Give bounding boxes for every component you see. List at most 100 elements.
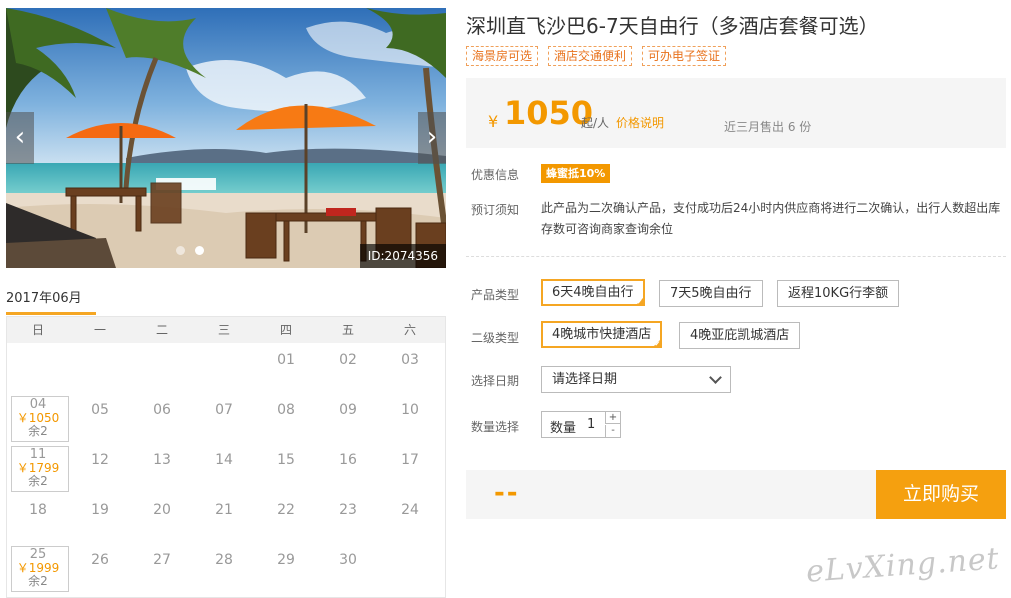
weekday-label: 六	[403, 323, 416, 337]
weekday-label: 日	[31, 323, 44, 337]
calendar-week-row: 04 ￥1050 余2 05 06 07 08 09 10	[7, 393, 445, 443]
calendar-day: 23	[339, 502, 357, 518]
sub-type-option[interactable]: 4晚亚庇凯城酒店	[679, 322, 801, 349]
quantity-label: 数量选择	[471, 420, 520, 434]
calendar-day-empty	[131, 343, 193, 393]
price-explanation-link[interactable]: 价格说明	[616, 114, 664, 131]
sub-type-label: 二级类型	[471, 331, 520, 345]
day-stock: 余2	[28, 424, 48, 438]
currency-symbol: ¥	[488, 112, 499, 131]
carousel-next-button[interactable]: ›	[418, 112, 446, 164]
calendar-day: 12	[91, 452, 109, 468]
calendar-week-row: 01 02 03	[7, 343, 445, 393]
calendar-day: 14	[215, 452, 233, 468]
sales-count: 近三月售出 6 份	[724, 120, 812, 134]
calendar-week-row: 25 ￥1999 余2 26 27 28 29 30	[7, 543, 445, 593]
calendar-day: 30	[339, 552, 357, 568]
product-tag: 海景房可选	[466, 46, 539, 66]
calendar-day: 24	[401, 502, 419, 518]
quantity-decrement-button[interactable]: -	[605, 425, 620, 437]
price-amount: 1050	[504, 94, 594, 132]
calendar-day-empty	[193, 343, 255, 393]
date-select[interactable]: 请选择日期	[541, 366, 731, 393]
calendar-grid: 01 02 03 04 ￥1050 余2 05 06 07 08 09 10 11 ￥1799 余2 12 13…	[7, 343, 445, 593]
chevron-down-icon	[709, 371, 722, 384]
weekday-label: 一	[93, 323, 106, 337]
calendar-day-available[interactable]: 11 ￥1799 余2	[7, 443, 69, 493]
weekday-label: 五	[341, 323, 354, 337]
calendar-week-row: 18 19 20 21 22 23 24	[7, 493, 445, 543]
calendar-month-label: 2017年06月	[6, 287, 96, 315]
date-select-value: 请选择日期	[552, 372, 618, 387]
image-id-label: ID:2074356	[359, 244, 446, 268]
calendar-day: 13	[153, 452, 171, 468]
calendar-day: 08	[277, 402, 295, 418]
calendar-day: 05	[91, 402, 109, 418]
calendar-day: 27	[153, 552, 171, 568]
day-stock: 余2	[28, 474, 48, 488]
calendar-day-available[interactable]: 04 ￥1050 余2	[7, 393, 69, 443]
weekday-label: 三	[217, 323, 230, 337]
product-type-option[interactable]: 7天5晚自由行	[659, 280, 763, 307]
check-icon: ✔	[636, 298, 643, 306]
buy-now-button[interactable]: 立即购买	[876, 470, 1006, 519]
calendar-day: 09	[339, 402, 357, 418]
calendar-day: 07	[215, 402, 233, 418]
calendar-weekday-header: 日一二三四五六	[7, 316, 445, 343]
calendar-day: 28	[215, 552, 233, 568]
quantity-value[interactable]: 1	[587, 417, 595, 432]
calendar-day: 15	[277, 452, 295, 468]
booking-notice-label: 预订须知	[471, 203, 520, 217]
watermark: eLvXing.net	[805, 541, 1001, 590]
total-price: --	[494, 478, 520, 508]
calendar-day-available[interactable]: 25 ￥1999 余2	[7, 543, 69, 593]
carousel-prev-button[interactable]: ‹	[6, 112, 34, 164]
product-image-carousel[interactable]: ‹ › ID:2074356	[6, 8, 446, 268]
calendar-day: 29	[277, 552, 295, 568]
carousel-dot-active[interactable]	[195, 246, 204, 255]
product-title: 深圳直飞沙巴6-7天自由行（多酒店套餐可选）	[466, 14, 879, 38]
calendar-day: 17	[401, 452, 419, 468]
calendar-day: 19	[91, 502, 109, 518]
carousel-dots	[176, 246, 204, 255]
check-icon: ✔	[654, 340, 661, 348]
day-number: 25	[29, 547, 47, 562]
calendar-day: 21	[215, 502, 233, 518]
date-select-label: 选择日期	[471, 374, 520, 388]
booking-notice-text: 此产品为二次确认产品，支付成功后24小时内供应商将进行二次确认，出行人数超出库存…	[541, 201, 1001, 236]
calendar-day: 06	[153, 402, 171, 418]
departure-calendar: 日 一 二 三 四 五 六 01 02 03 04 ￥1050 余2 05 06 07 08 09 10 11 ￥17…	[6, 316, 446, 598]
quantity-increment-button[interactable]: +	[605, 412, 620, 424]
section-divider	[466, 256, 1006, 257]
calendar-day-empty	[7, 343, 69, 393]
quantity-field-label: 数量	[550, 421, 577, 436]
price-panel: ¥ 1050 起/人 价格说明 近三月售出 6 份	[466, 78, 1006, 148]
calendar-day: 20	[153, 502, 171, 518]
calendar-day-empty	[69, 343, 131, 393]
calendar-day: 01	[277, 352, 295, 368]
option-label: 6天4晚自由行	[552, 285, 634, 300]
sub-type-option-selected[interactable]: 4晚城市快捷酒店 ✔	[541, 321, 663, 348]
day-number: 11	[29, 447, 47, 462]
chevron-left-icon: ‹	[14, 122, 26, 152]
discount-label: 优惠信息	[471, 168, 520, 182]
option-label: 4晚城市快捷酒店	[552, 327, 652, 342]
weekday-label: 四	[279, 323, 292, 337]
day-stock: 余2	[28, 574, 48, 588]
price-unit: 起/人	[581, 116, 610, 130]
calendar-day: 26	[91, 552, 109, 568]
calendar-day: 16	[339, 452, 357, 468]
product-tags: 海景房可选 酒店交通便利 可办电子签证	[466, 46, 727, 66]
product-tag: 可办电子签证	[642, 46, 727, 66]
calendar-day-empty	[379, 543, 441, 593]
calendar-day: 03	[401, 352, 419, 368]
weekday-label: 二	[155, 323, 168, 337]
beach-photo	[6, 8, 446, 268]
quantity-stepper[interactable]: 数量 1 + -	[541, 411, 621, 438]
product-type-option[interactable]: 返程10KG行李额	[777, 280, 900, 307]
calendar-day: 22	[277, 502, 295, 518]
calendar-day: 02	[339, 352, 357, 368]
calendar-day: 10	[401, 402, 419, 418]
carousel-dot[interactable]	[176, 246, 185, 255]
product-type-option-selected[interactable]: 6天4晚自由行 ✔	[541, 279, 645, 306]
